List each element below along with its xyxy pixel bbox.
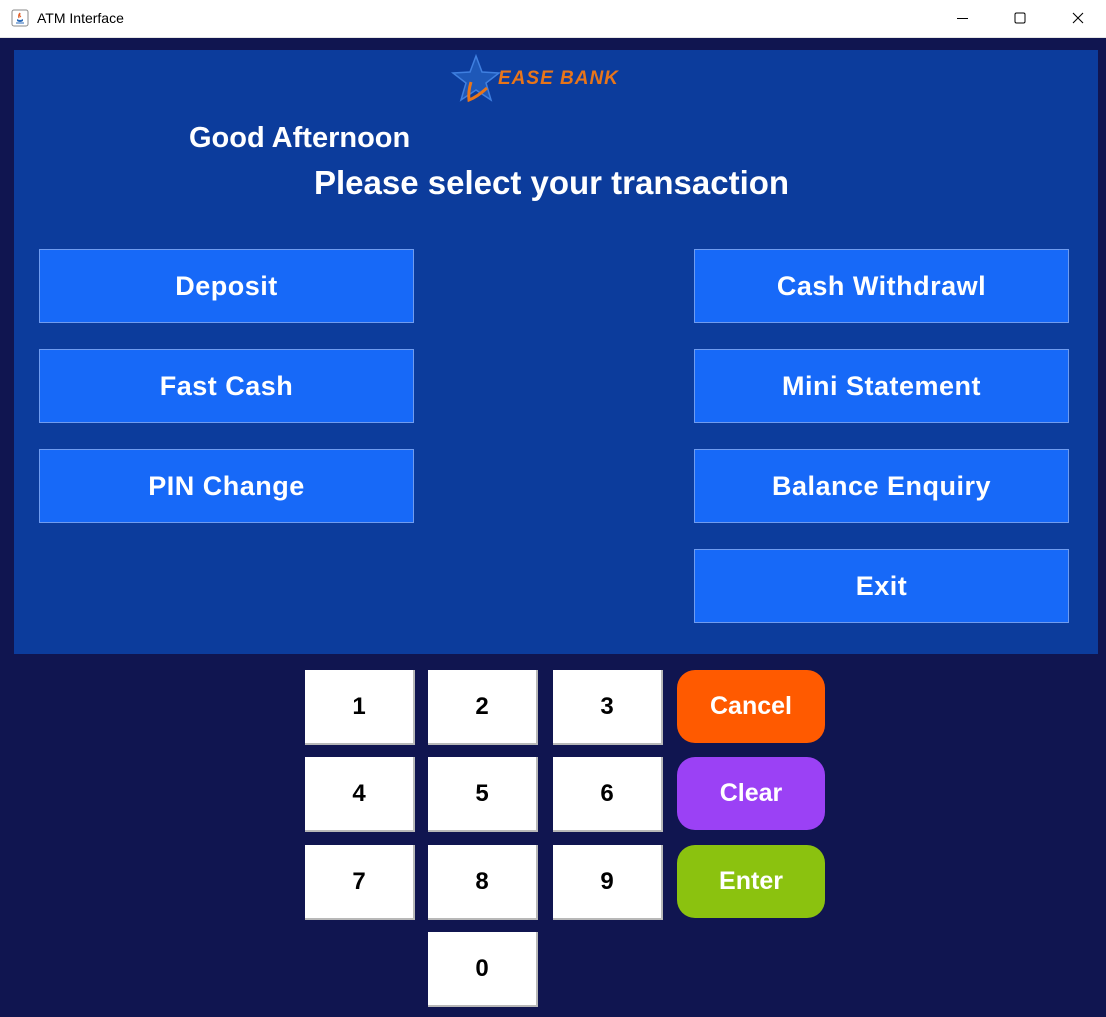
key-8[interactable]: 8: [428, 845, 538, 920]
enter-button[interactable]: Enter: [677, 845, 825, 918]
key-6[interactable]: 6: [553, 757, 663, 832]
java-app-icon: [11, 9, 29, 27]
greeting-text: Good Afternoon: [189, 122, 411, 154]
transaction-panel: EASE BANK Good Afternoon Please select y…: [14, 50, 1098, 654]
key-3[interactable]: 3: [553, 670, 663, 745]
title-bar[interactable]: ATM Interface: [0, 0, 1106, 38]
key-9[interactable]: 9: [553, 845, 663, 920]
key-4[interactable]: 4: [305, 757, 415, 832]
transaction-prompt: Please select your transaction: [314, 164, 790, 201]
bank-logo-text: EASE BANK: [498, 68, 619, 89]
exit-button[interactable]: Exit: [694, 549, 1069, 623]
key-5[interactable]: 5: [428, 757, 538, 832]
close-button[interactable]: [1049, 0, 1106, 37]
balance-enquiry-button[interactable]: Balance Enquiry: [694, 449, 1069, 523]
mini-statement-button[interactable]: Mini Statement: [694, 349, 1069, 423]
window-title: ATM Interface: [37, 10, 124, 26]
minimize-icon: [957, 18, 968, 19]
clear-button[interactable]: Clear: [677, 757, 825, 830]
fast-cash-button[interactable]: Fast Cash: [39, 349, 414, 423]
atm-window: ATM Interface EASE BANK Good Afternoon P…: [0, 0, 1106, 1017]
deposit-button[interactable]: Deposit: [39, 249, 414, 323]
minimize-button[interactable]: [933, 0, 991, 37]
close-icon: [1072, 12, 1084, 24]
key-0[interactable]: 0: [428, 932, 538, 1007]
cash-withdrawal-button[interactable]: Cash Withdrawl: [694, 249, 1069, 323]
key-7[interactable]: 7: [305, 845, 415, 920]
key-2[interactable]: 2: [428, 670, 538, 745]
pin-change-button[interactable]: PIN Change: [39, 449, 414, 523]
maximize-icon: [1014, 12, 1026, 24]
key-1[interactable]: 1: [305, 670, 415, 745]
cancel-button[interactable]: Cancel: [677, 670, 825, 743]
maximize-button[interactable]: [991, 0, 1049, 37]
